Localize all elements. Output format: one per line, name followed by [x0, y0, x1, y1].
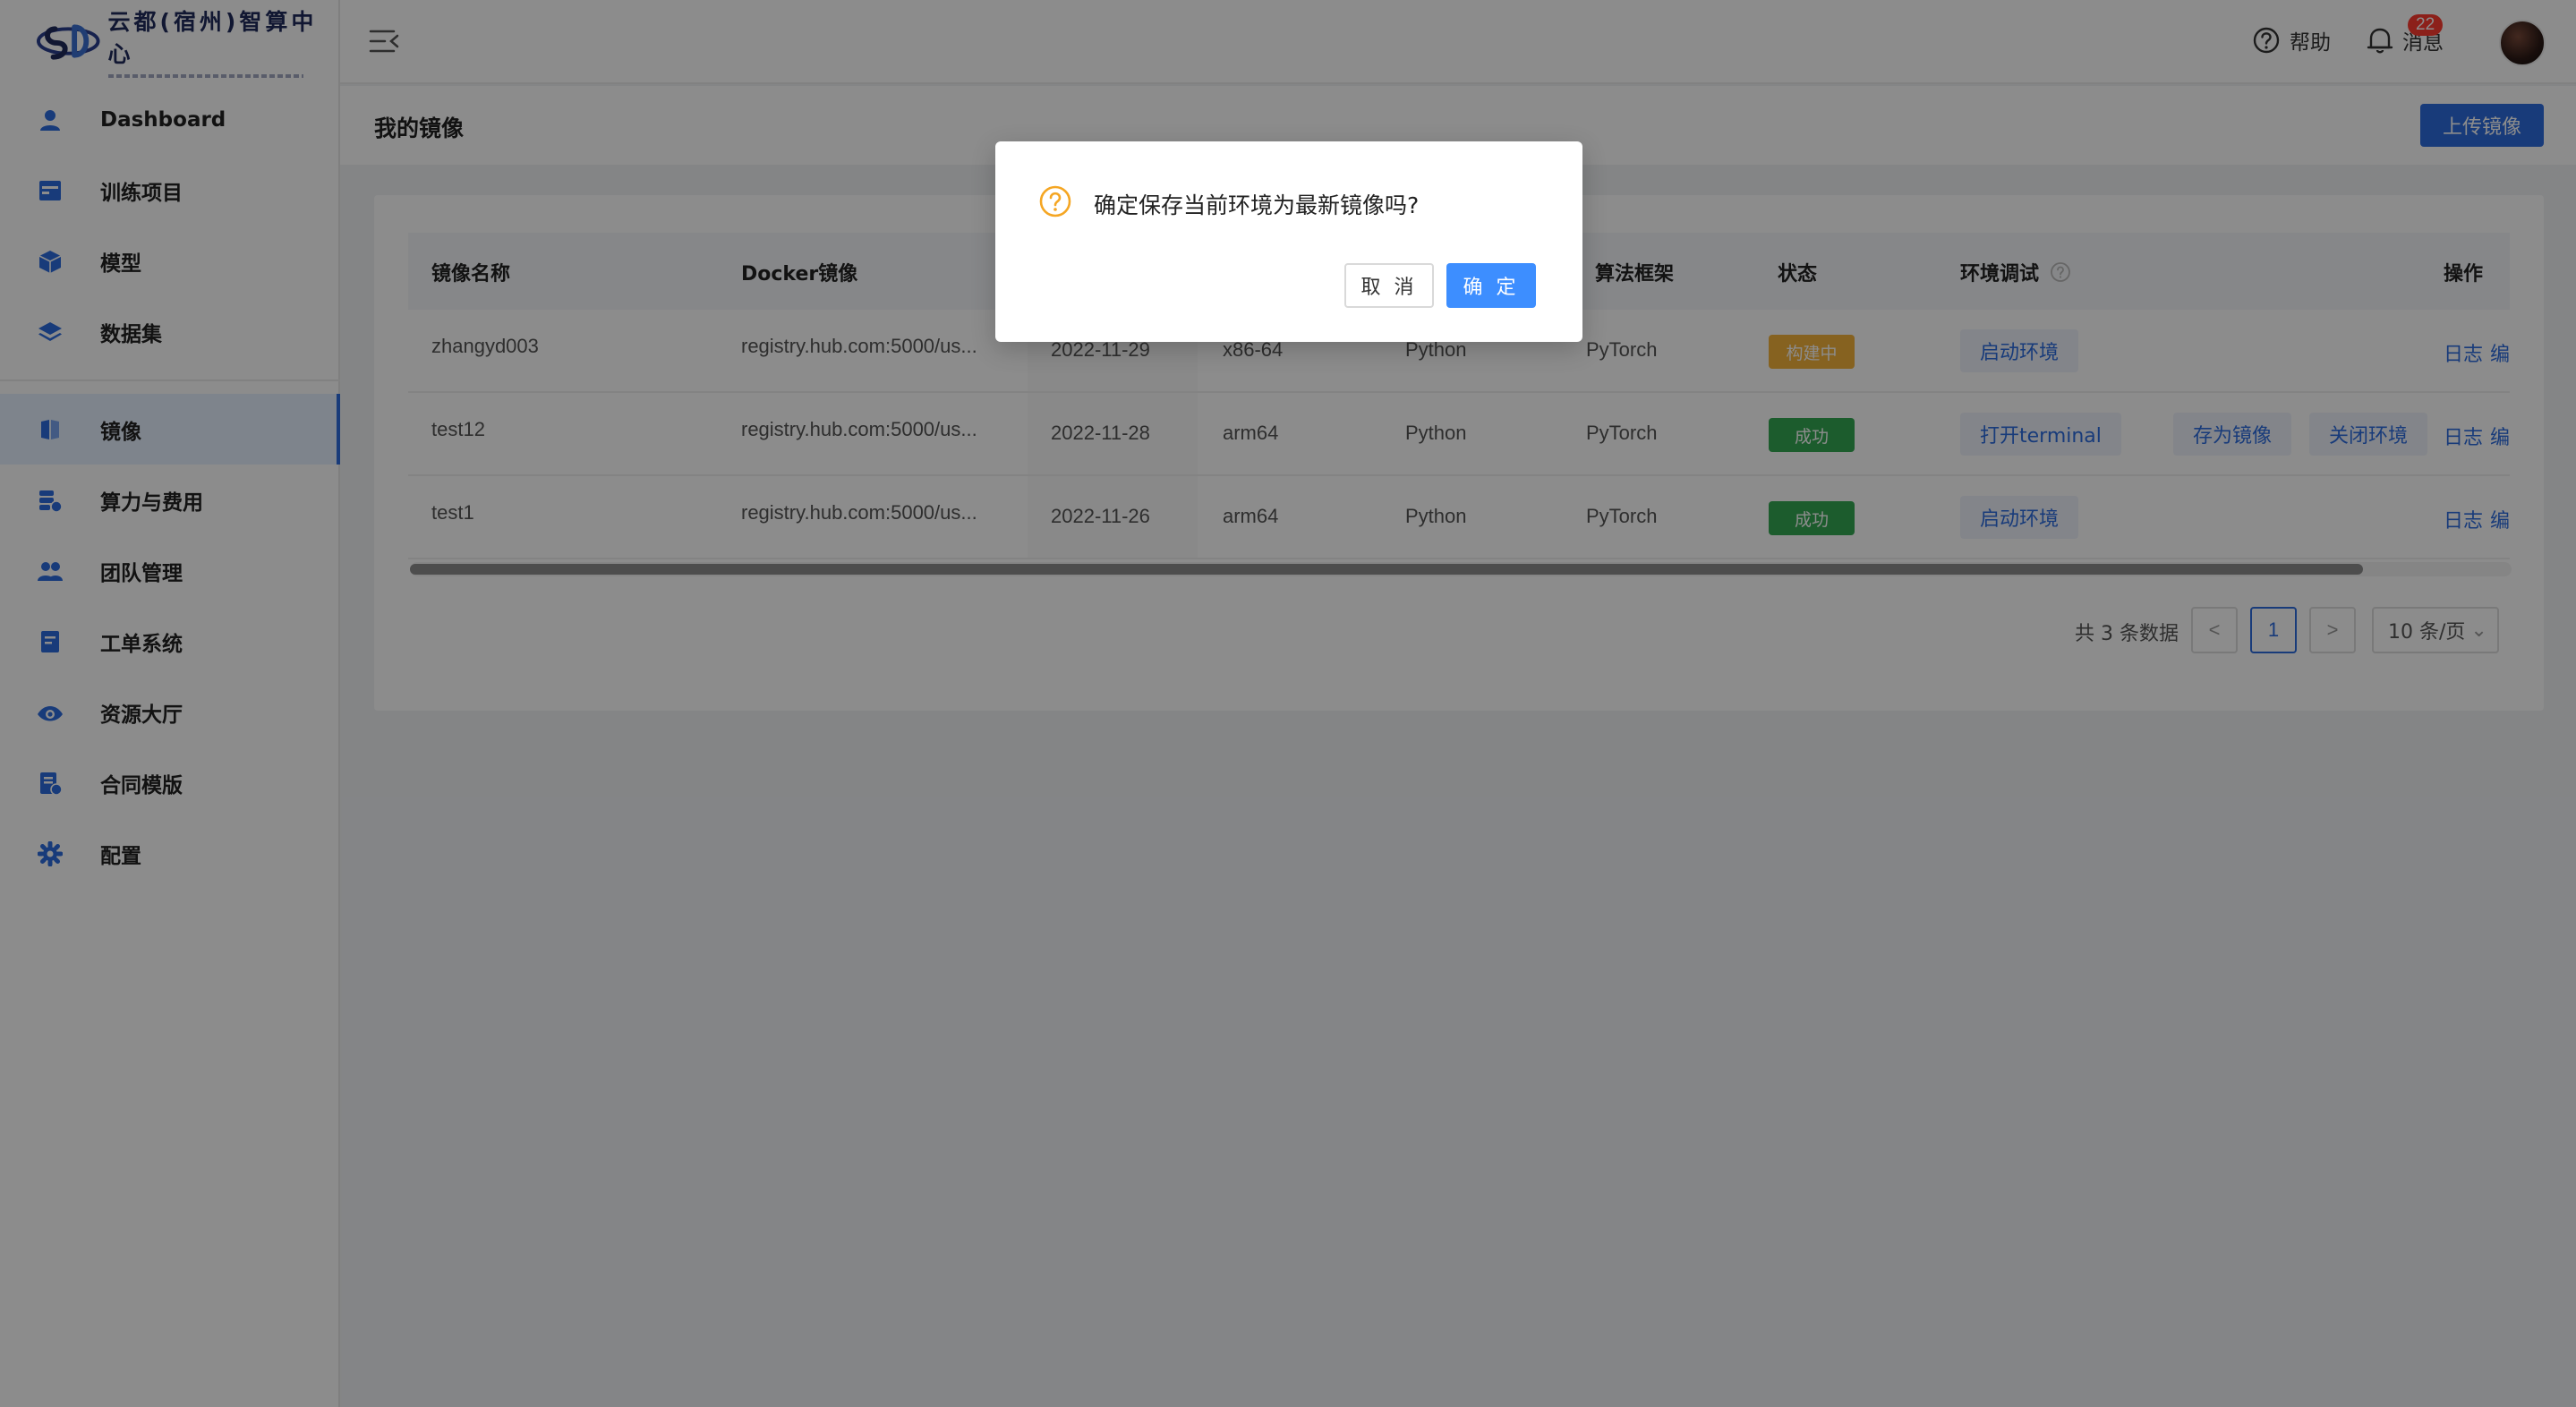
confirm-message: 确定保存当前环境为最新镜像吗? [1094, 192, 1420, 218]
confirm-dialog: 确定保存当前环境为最新镜像吗? 取 消 确 定 [995, 141, 1582, 342]
cancel-button[interactable]: 取 消 [1344, 263, 1434, 308]
confirm-button[interactable]: 确 定 [1446, 263, 1536, 308]
question-icon [1039, 185, 1071, 217]
